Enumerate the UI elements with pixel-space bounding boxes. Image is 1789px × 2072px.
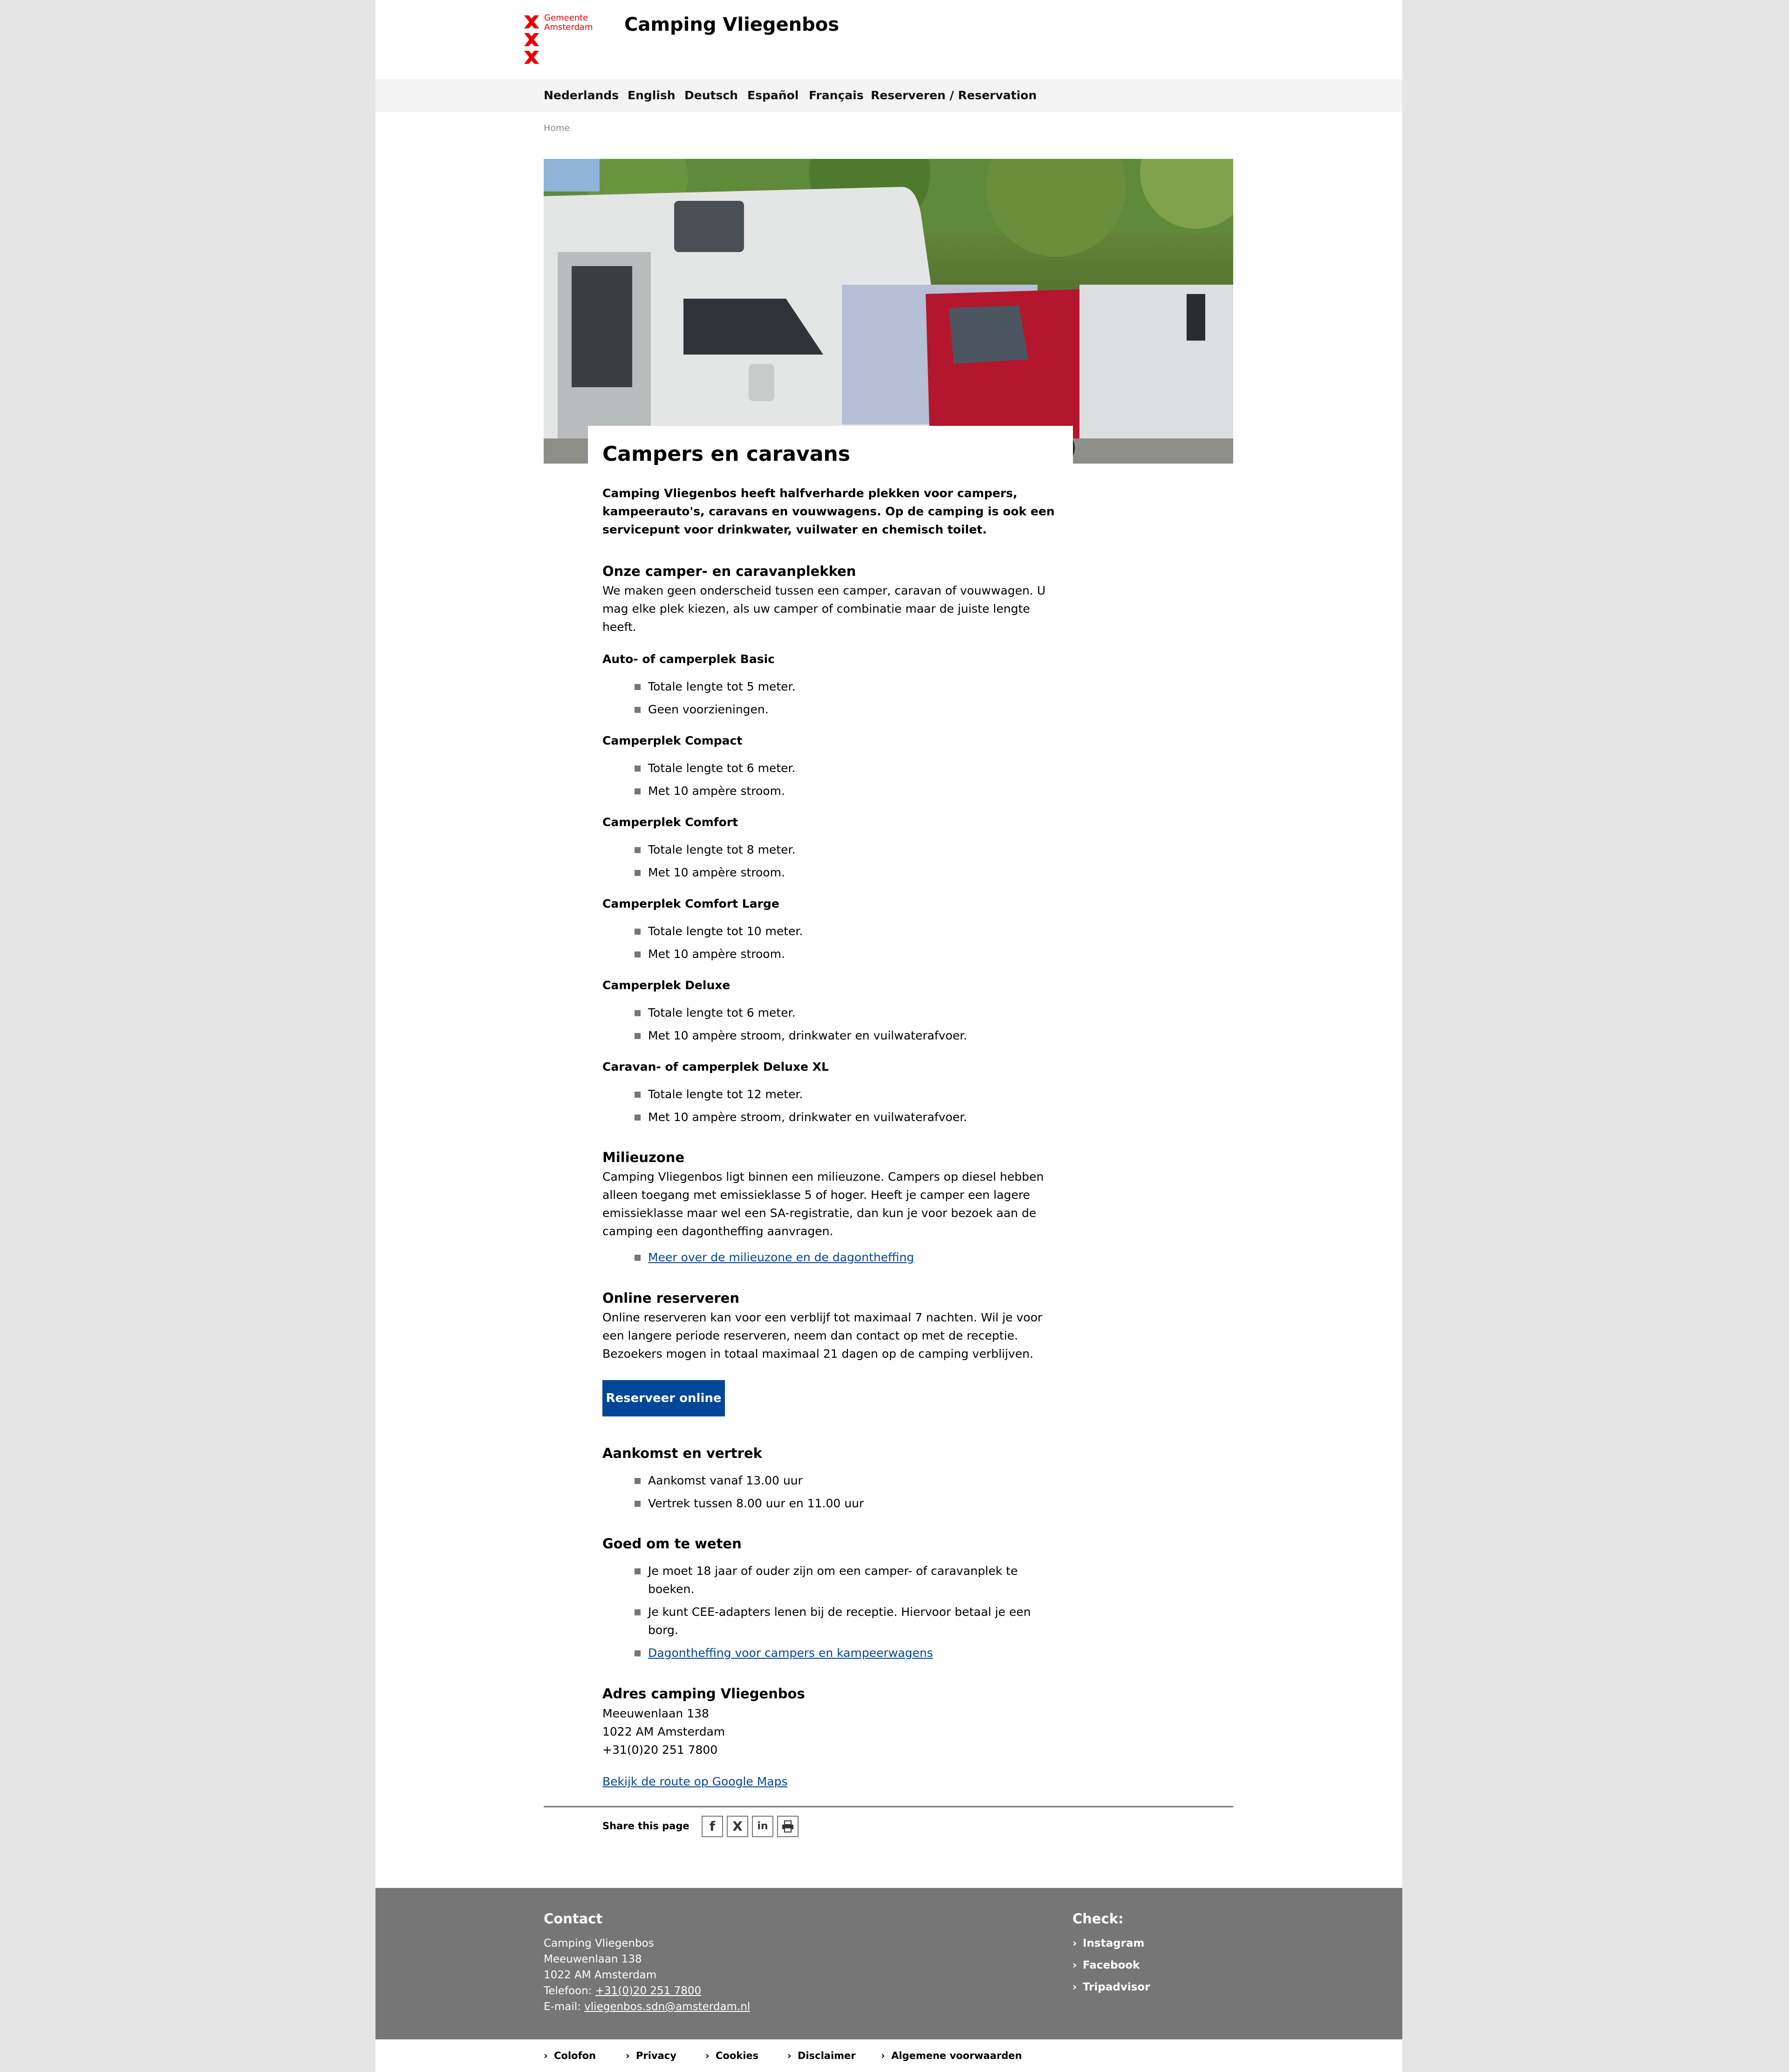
hero-image — [544, 159, 1233, 464]
logo-text[interactable]: Gemeente Amsterdam — [544, 14, 609, 32]
chevron-right-icon: › — [1072, 1937, 1077, 1949]
footer: Contact Camping Vliegenbos Meeuwenlaan 1… — [376, 1888, 1402, 2039]
milieuzone-link[interactable]: Meer over de milieuzone en de dagontheff… — [648, 1251, 914, 1264]
type-heading: Caravan- of camperplek Deluxe XL — [602, 1060, 829, 1074]
type-heading: Auto- of camperplek Basic — [602, 652, 775, 666]
chevron-right-icon: › — [1072, 1959, 1077, 1971]
type-heading: Camperplek Comfort — [602, 815, 738, 829]
bottom-link-cookies[interactable]: › Cookies — [705, 2049, 758, 2063]
list-item: Vertrek tussen 8.00 uur en 11.00 uur — [635, 1494, 1058, 1512]
chevron-right-icon: › — [1072, 1981, 1077, 1993]
heading-milieuzone: Milieuzone — [602, 1149, 685, 1165]
hero-illustration — [544, 159, 1233, 464]
list-item: Je kunt CEE-adapters lenen bij de recept… — [635, 1603, 1058, 1639]
bottom-link-privacy[interactable]: › Privacy — [626, 2049, 676, 2063]
footer-phone: Telefoon: +31(0)20 251 7800 — [544, 1985, 702, 1997]
nav-item-deutsch[interactable]: Deutsch — [684, 88, 738, 103]
dagontheffing-link[interactable]: Dagontheffing voor campers en kampeerwag… — [648, 1646, 933, 1660]
list-item: Totale lengte tot 12 meter. — [635, 1085, 1058, 1103]
footer-link-facebook[interactable]: › Facebook — [1072, 1957, 1140, 1973]
list-item: Totale lengte tot 10 meter. — [635, 922, 1058, 940]
bottom-link-voorwaarden[interactable]: › Algemene voorwaarden — [881, 2049, 1022, 2063]
list-item: Totale lengte tot 6 meter. — [635, 759, 1058, 777]
list-item: Met 10 ampère stroom, drinkwater en vuil… — [635, 1026, 1058, 1045]
page-title: Campers en caravans — [602, 442, 850, 466]
heading-aankomst: Aankomst en vertrek — [602, 1445, 762, 1461]
chevron-right-icon: › — [787, 2050, 792, 2061]
printer-shape — [782, 1820, 793, 1833]
nav-item-francais[interactable]: Français — [809, 88, 864, 103]
linkedin-icon[interactable]: in — [752, 1816, 773, 1837]
footer-link-instagram[interactable]: › Instagram — [1072, 1935, 1144, 1951]
title-box: Campers en caravans — [588, 426, 1073, 472]
footer-phone-link[interactable]: +31(0)20 251 7800 — [595, 1985, 701, 1997]
reserveren-text: Online reserveren kan voor een verblijf … — [602, 1311, 1043, 1361]
page: Gemeente Amsterdam Camping Vliegenbos Ne… — [376, 0, 1402, 2072]
print-icon[interactable] — [777, 1816, 799, 1837]
bottom-link-colofon[interactable]: › Colofon — [544, 2049, 596, 2063]
facebook-icon[interactable]: f — [702, 1816, 723, 1837]
footer-street: Meeuwenlaan 138 — [544, 1953, 642, 1965]
footer-contact-heading: Contact — [544, 1911, 603, 1927]
divider — [544, 1806, 1233, 1807]
chevron-right-icon: › — [705, 2050, 710, 2061]
list-item: Totale lengte tot 8 meter. — [635, 841, 1058, 859]
adres-city: 1022 AM Amsterdam — [602, 1725, 725, 1738]
nav-item-nederlands[interactable]: Nederlands — [544, 88, 619, 103]
chevron-right-icon: › — [626, 2050, 630, 2061]
lead-text: Camping Vliegenbos heeft halfverharde pl… — [602, 486, 1055, 536]
milieuzone-text: Camping Vliegenbos ligt binnen een milie… — [602, 1170, 1044, 1238]
list-item: Geen voorzieningen. — [635, 700, 1058, 718]
adres-phone: +31(0)20 251 7800 — [602, 1743, 718, 1757]
list-item: Met 10 ampère stroom. — [635, 863, 1058, 882]
type-heading: Camperplek Comfort Large — [602, 897, 779, 910]
type-heading: Camperplek Deluxe — [602, 978, 731, 992]
footer-city: 1022 AM Amsterdam — [544, 1969, 657, 1981]
chevron-right-icon: › — [881, 2050, 885, 2061]
list-item: Meer over de milieuzone en de dagontheff… — [635, 1248, 1058, 1266]
nav-item-espanol[interactable]: Español — [747, 88, 799, 103]
nav-item-reserveren[interactable]: Reserveren / Reservation — [871, 88, 1037, 103]
chevron-right-icon: › — [544, 2050, 548, 2061]
reserveer-online-button[interactable]: Reserveer online — [602, 1380, 725, 1416]
footer-email: E-mail: vliegenbos.sdn@amsterdam.nl — [544, 2001, 751, 2013]
nav-item-english[interactable]: English — [628, 88, 676, 103]
share-label: Share this page — [602, 1820, 690, 1832]
type-heading: Camperplek Compact — [602, 734, 743, 747]
breadcrumb-home[interactable]: Home — [544, 121, 570, 135]
adres-street: Meeuwenlaan 138 — [602, 1707, 709, 1720]
list-item: Met 10 ampère stroom, drinkwater en vuil… — [635, 1108, 1058, 1126]
heading-reserveren: Online reserveren — [602, 1290, 739, 1306]
list-item: Dagontheffing voor campers en kampeerwag… — [635, 1644, 1058, 1662]
list-item: Je moet 18 jaar of ouder zijn om een cam… — [635, 1562, 1058, 1598]
footer-check-heading: Check: — [1072, 1911, 1124, 1927]
list-item: Totale lengte tot 6 meter. — [635, 1004, 1058, 1022]
amsterdam-crosses-icon[interactable] — [522, 14, 541, 66]
footer-name: Camping Vliegenbos — [544, 1937, 654, 1949]
heading-goed: Goed om te weten — [602, 1536, 742, 1552]
x-icon[interactable]: X — [727, 1816, 748, 1837]
site-title[interactable]: Camping Vliegenbos — [624, 13, 839, 36]
list-item: Totale lengte tot 5 meter. — [635, 677, 1058, 696]
list-item: Met 10 ampère stroom. — [635, 945, 1058, 963]
route-link[interactable]: Bekijk de route op Google Maps — [602, 1772, 1059, 1791]
heading-adres: Adres camping Vliegenbos — [602, 1686, 805, 1702]
main-nav: Nederlands English Deutsch Español Franç… — [376, 79, 1402, 112]
list-item: Met 10 ampère stroom. — [635, 782, 1058, 800]
bottom-link-disclaimer[interactable]: › Disclaimer — [787, 2049, 856, 2063]
heading-plekken: Onze camper- en caravanplekken — [602, 563, 856, 579]
footer-link-tripadvisor[interactable]: › Tripadvisor — [1072, 1979, 1150, 1995]
bottom-nav: › Colofon › Privacy › Cookies › Disclaimer ›… — [376, 2039, 1402, 2072]
plekken-text: We maken geen onderscheid tussen een cam… — [602, 584, 1046, 634]
list-item: Aankomst vanaf 13.00 uur — [635, 1471, 1058, 1490]
footer-email-link[interactable]: vliegenbos.sdn@amsterdam.nl — [584, 2001, 750, 2013]
